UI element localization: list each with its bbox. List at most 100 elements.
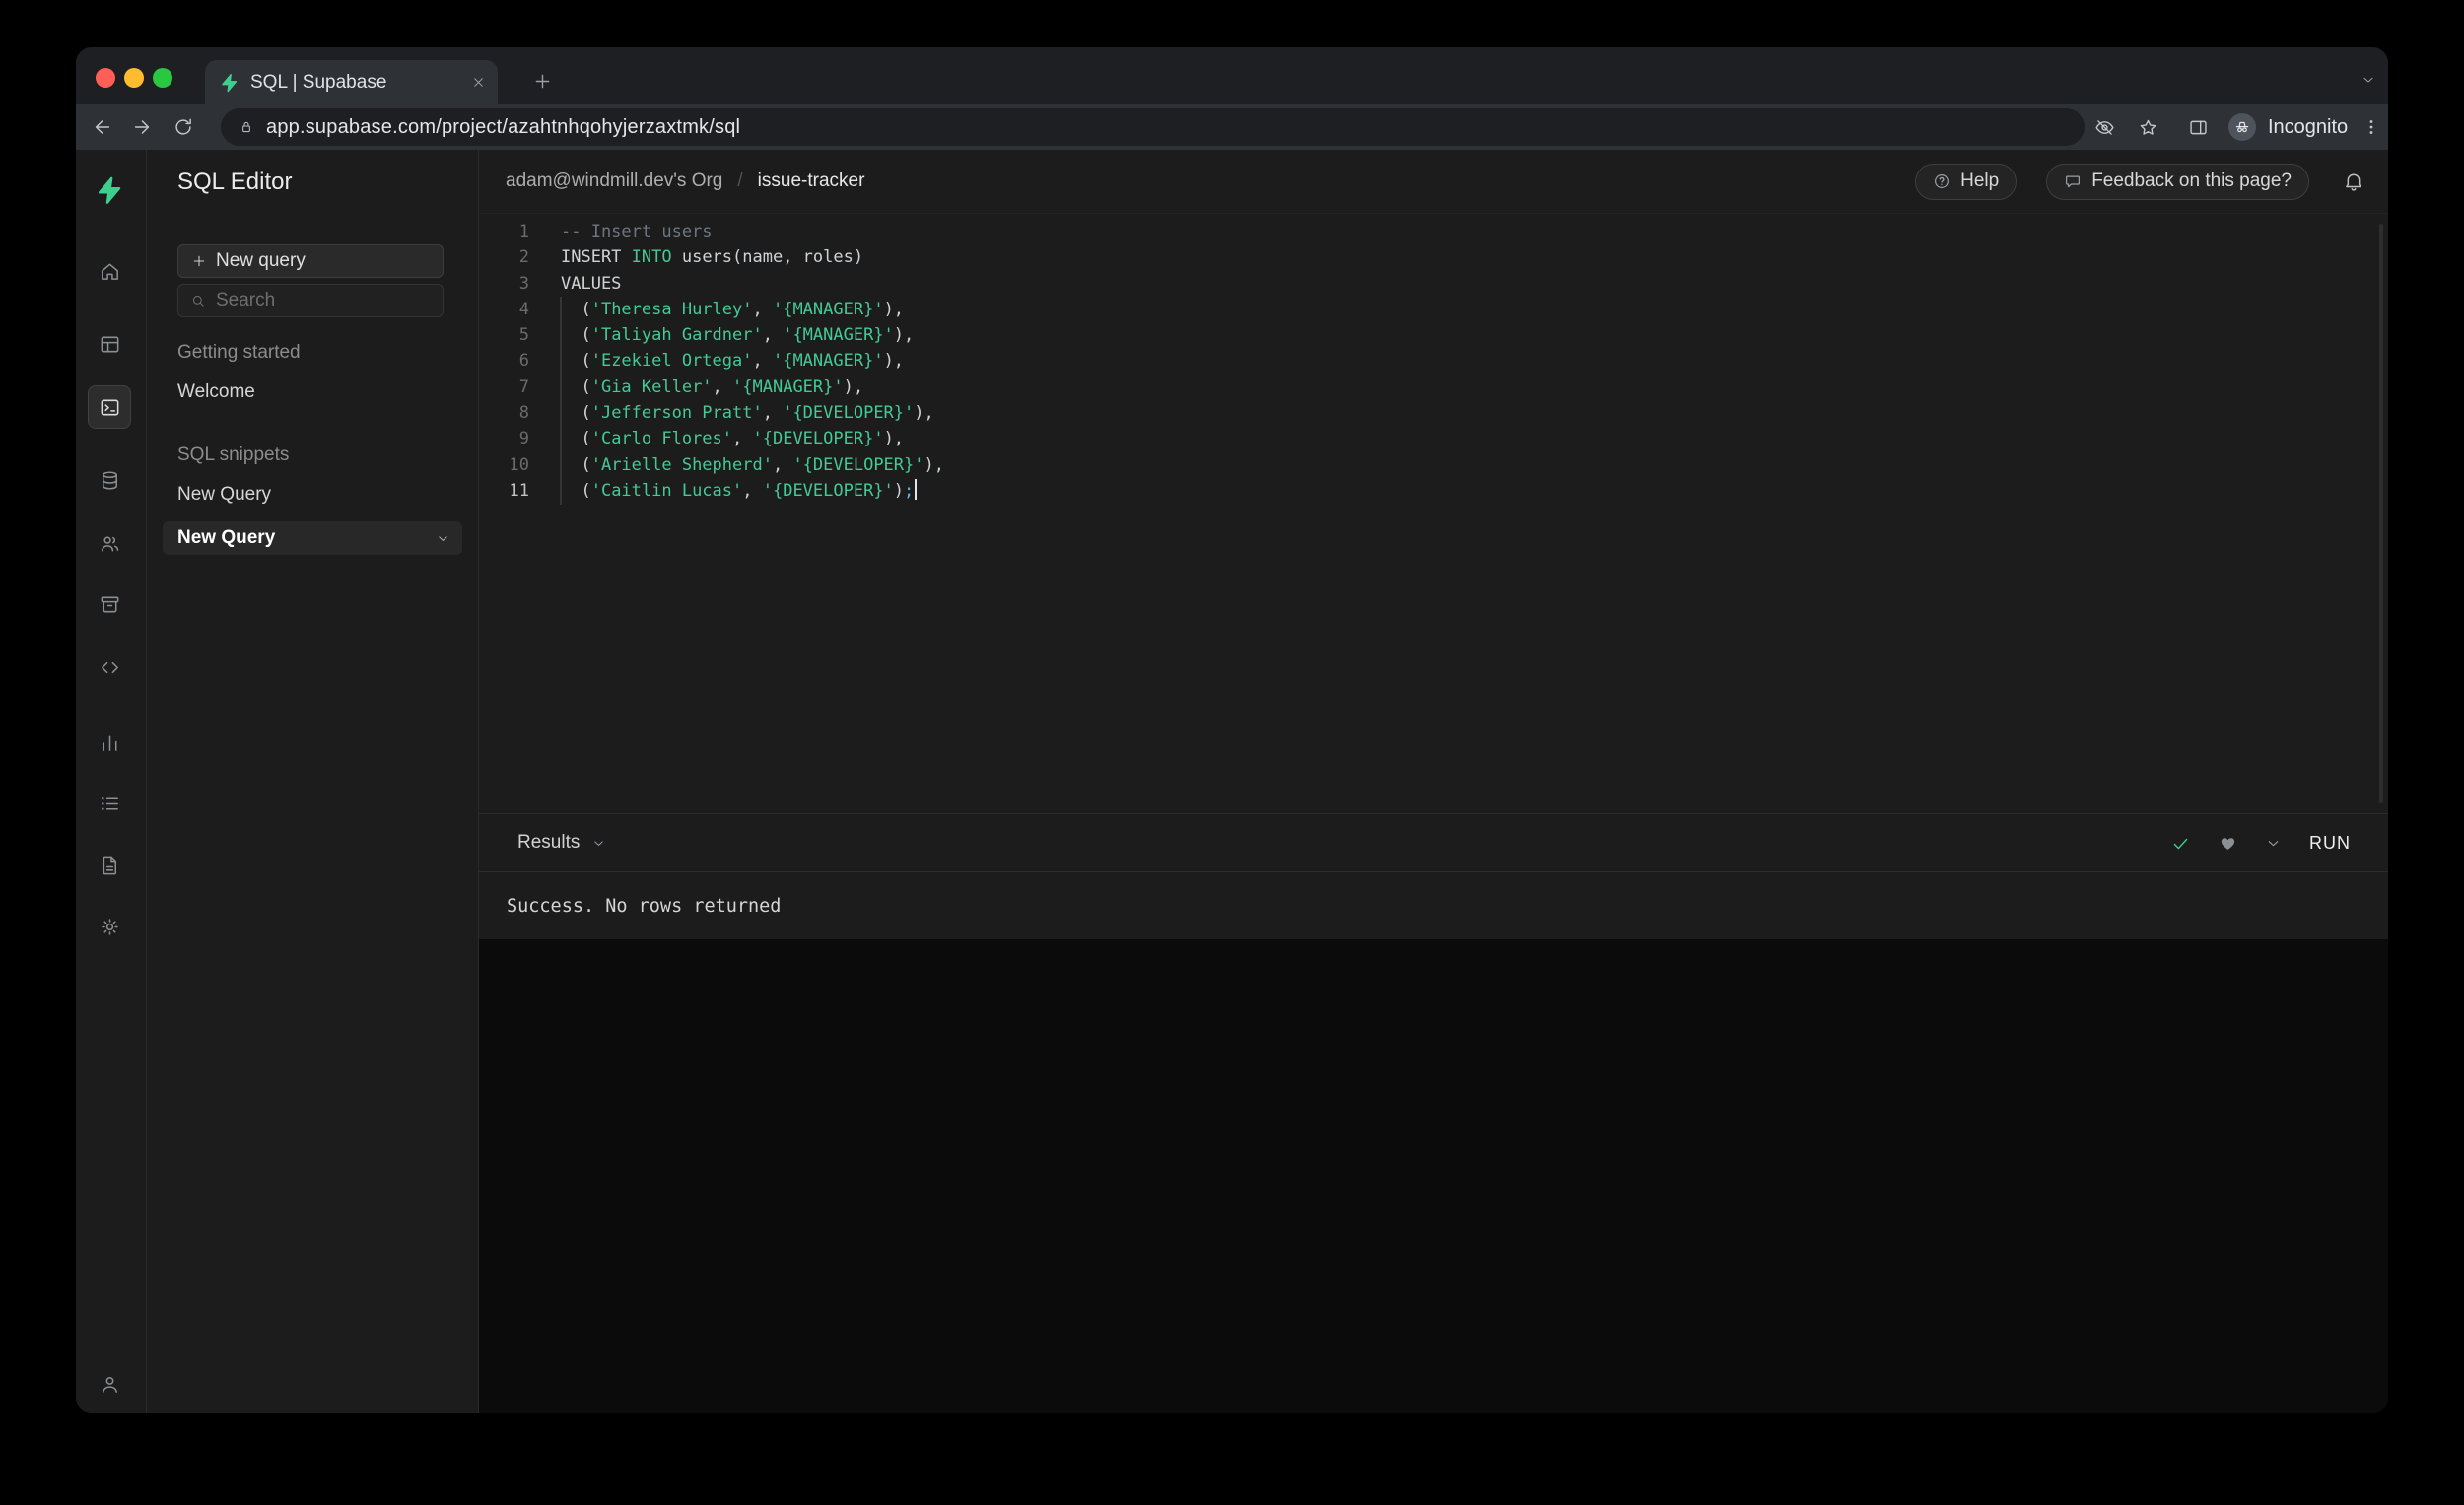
tab-strip: SQL | Supabase	[76, 47, 2388, 104]
supabase-page: SQL Editor New query Search Getting star…	[76, 150, 2388, 1413]
code-line: 4 ('Theresa Hurley', '{MANAGER}'),	[479, 297, 2388, 322]
eye-off-icon[interactable]	[2094, 117, 2115, 138]
line-number: 8	[518, 403, 529, 424]
search-icon	[190, 293, 206, 308]
rail-item-table-editor[interactable]	[88, 322, 131, 366]
browser-menu-icon[interactable]	[2361, 117, 2381, 137]
breadcrumb-project[interactable]: issue-tracker	[758, 171, 865, 192]
incognito-icon	[2233, 118, 2251, 136]
search-input[interactable]: Search	[177, 284, 444, 317]
new-tab-icon[interactable]	[532, 71, 553, 92]
chevron-down-icon[interactable]	[436, 531, 450, 546]
account-icon	[99, 1373, 121, 1396]
forward-icon[interactable]	[131, 116, 153, 138]
rail-item-database[interactable]	[88, 458, 131, 502]
tab-favicon-icon	[219, 73, 239, 93]
sidebar-item-label: New Query	[177, 527, 276, 548]
notifications-bell-icon[interactable]	[2343, 171, 2364, 192]
success-message: Success. No rows returned	[507, 895, 782, 917]
storage-icon	[99, 593, 121, 616]
new-query-label: New query	[216, 250, 306, 271]
results-message-row: Success. No rows returned	[479, 872, 2388, 939]
line-number: 1	[518, 222, 529, 241]
code-line: 2 INSERT INTO users(name, roles)	[479, 244, 2388, 270]
run-button[interactable]: RUN	[2309, 833, 2351, 854]
success-check-icon	[2170, 833, 2191, 854]
line-number: 9	[518, 429, 529, 449]
docs-icon	[99, 855, 121, 877]
logs-icon	[99, 792, 121, 815]
rail-item-settings[interactable]	[88, 905, 131, 948]
sidebar-item-welcome[interactable]: Welcome	[163, 376, 462, 409]
supabase-logo-icon[interactable]	[94, 175, 123, 205]
code-line: 7 ('Gia Keller', '{MANAGER}'),	[479, 375, 2388, 400]
code-line: 5 ('Taliyah Gardner', '{MANAGER}'),	[479, 322, 2388, 348]
save-options-chevron-icon[interactable]	[2265, 835, 2282, 852]
sql-code-editor[interactable]: 1 -- Insert users 2 INSERT INTO users(name,…	[479, 214, 2388, 813]
results-empty-area	[479, 939, 2388, 1413]
reload-icon[interactable]	[172, 116, 194, 138]
code-line: 1 -- Insert users	[479, 219, 2388, 244]
chat-bubble-icon	[2064, 172, 2082, 190]
sidebar-item-new-query[interactable]: New Query	[163, 521, 462, 555]
line-number: 5	[518, 325, 529, 346]
bookmark-star-icon[interactable]	[2138, 117, 2158, 138]
line-number: 3	[518, 273, 529, 294]
help-label: Help	[1960, 171, 2000, 191]
breadcrumb-separator: /	[737, 171, 743, 191]
home-icon	[99, 260, 121, 283]
incognito-label: Incognito	[2268, 115, 2349, 138]
window-minimize-button[interactable]	[124, 68, 144, 88]
tab-search-icon[interactable]	[2361, 72, 2376, 88]
table-editor-icon	[99, 333, 121, 356]
browser-tab[interactable]: SQL | Supabase	[205, 60, 498, 104]
sidebar-section-label: SQL snippets	[177, 445, 290, 465]
rail-item-edge-functions[interactable]	[88, 646, 131, 689]
rail-item-docs[interactable]	[88, 844, 131, 887]
incognito-badge[interactable]: Incognito	[2228, 113, 2348, 141]
nav-rail	[76, 150, 147, 1413]
rail-item-home[interactable]	[88, 249, 131, 293]
results-label: Results	[517, 832, 581, 853]
breadcrumb-org[interactable]: adam@windmill.dev's Org	[506, 171, 722, 192]
rail-item-storage[interactable]	[88, 582, 131, 626]
results-dropdown[interactable]: Results	[517, 832, 606, 854]
rail-item-logs[interactable]	[88, 782, 131, 825]
back-icon[interactable]	[92, 116, 113, 138]
favorite-heart-icon[interactable]	[2219, 834, 2237, 853]
chevron-down-icon	[591, 836, 606, 851]
line-number: 2	[518, 247, 529, 268]
text-cursor	[915, 479, 918, 501]
code-line: 3 VALUES	[479, 271, 2388, 297]
sidebar-item-label: New Query	[177, 484, 272, 505]
feedback-button[interactable]: Feedback on this page?	[2046, 163, 2309, 200]
plus-icon	[191, 253, 207, 269]
window-close-button[interactable]	[96, 68, 115, 88]
side-panel-icon[interactable]	[2188, 117, 2209, 138]
rail-item-sql-editor[interactable]	[88, 385, 131, 429]
sql-editor-icon	[99, 396, 121, 419]
url-text: app.supabase.com/project/azahtnhqohyjerz…	[266, 115, 741, 138]
new-query-button[interactable]: New query	[177, 244, 444, 278]
rail-item-reports[interactable]	[88, 720, 131, 764]
editor-scrollbar[interactable]	[2379, 224, 2383, 803]
line-number: 7	[518, 376, 529, 397]
lock-icon[interactable]	[239, 119, 254, 135]
feedback-label: Feedback on this page?	[2091, 171, 2292, 191]
rail-item-account[interactable]	[88, 1362, 131, 1405]
code-line: 11 ('Caitlin Lucas', '{DEVELOPER}');	[479, 478, 2388, 504]
sidebar-item-new-query[interactable]: New Query	[163, 478, 462, 512]
help-button[interactable]: Help	[1915, 163, 2018, 200]
help-circle-icon	[1933, 172, 1951, 190]
auth-icon	[99, 532, 121, 555]
sql-editor-sidebar: SQL Editor New query Search Getting star…	[147, 150, 479, 1413]
address-bar[interactable]: app.supabase.com/project/azahtnhqohyjerz…	[221, 108, 2085, 146]
close-tab-icon[interactable]	[471, 75, 486, 90]
browser-window: SQL | Supabase app.supabase.com/project/…	[76, 47, 2388, 1413]
window-zoom-button[interactable]	[153, 68, 172, 88]
page-title: SQL Editor	[177, 169, 293, 195]
database-icon	[99, 469, 121, 492]
code-line: 9 ('Carlo Flores', '{DEVELOPER}'),	[479, 426, 2388, 451]
rail-item-auth[interactable]	[88, 521, 131, 565]
sidebar-item-label: Welcome	[177, 381, 255, 402]
